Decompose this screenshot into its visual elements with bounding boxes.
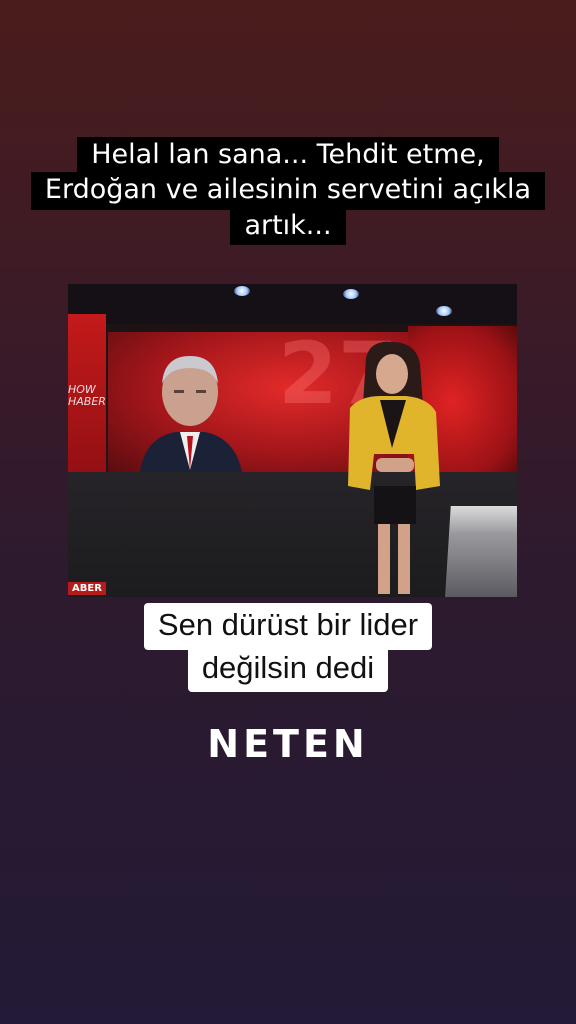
- overlay-caption: Helal lan sana... Tehdit etme, Erdoğan v…: [0, 137, 576, 246]
- studio-desk: [445, 506, 517, 597]
- ceiling-light: [343, 289, 359, 299]
- overlay-caption-line: Helal lan sana... Tehdit etme,: [77, 137, 499, 175]
- overlay-caption-line: Erdoğan ve ailesinin servetini açıkla: [30, 172, 546, 210]
- ceiling-light: [436, 306, 452, 316]
- subtitle-line: değilsin dedi: [187, 645, 389, 693]
- watermark-logo: NETEN: [207, 722, 369, 766]
- studio-ceiling: [68, 284, 517, 324]
- news-video-frame[interactable]: HOW HABER 27 ABER: [68, 284, 517, 597]
- channel-lower-tag: ABER: [68, 582, 106, 595]
- presenter-image: [348, 341, 440, 594]
- wall-brand-text: HOW HABER: [68, 383, 106, 409]
- subtitle-caption: Sen dürüst bir lider değilsin dedi: [0, 603, 576, 693]
- man-portrait-image: [140, 356, 242, 472]
- ceiling-light: [234, 286, 250, 296]
- subtitle-line: Sen dürüst bir lider: [143, 603, 433, 650]
- overlay-caption-line: artık...: [230, 207, 346, 246]
